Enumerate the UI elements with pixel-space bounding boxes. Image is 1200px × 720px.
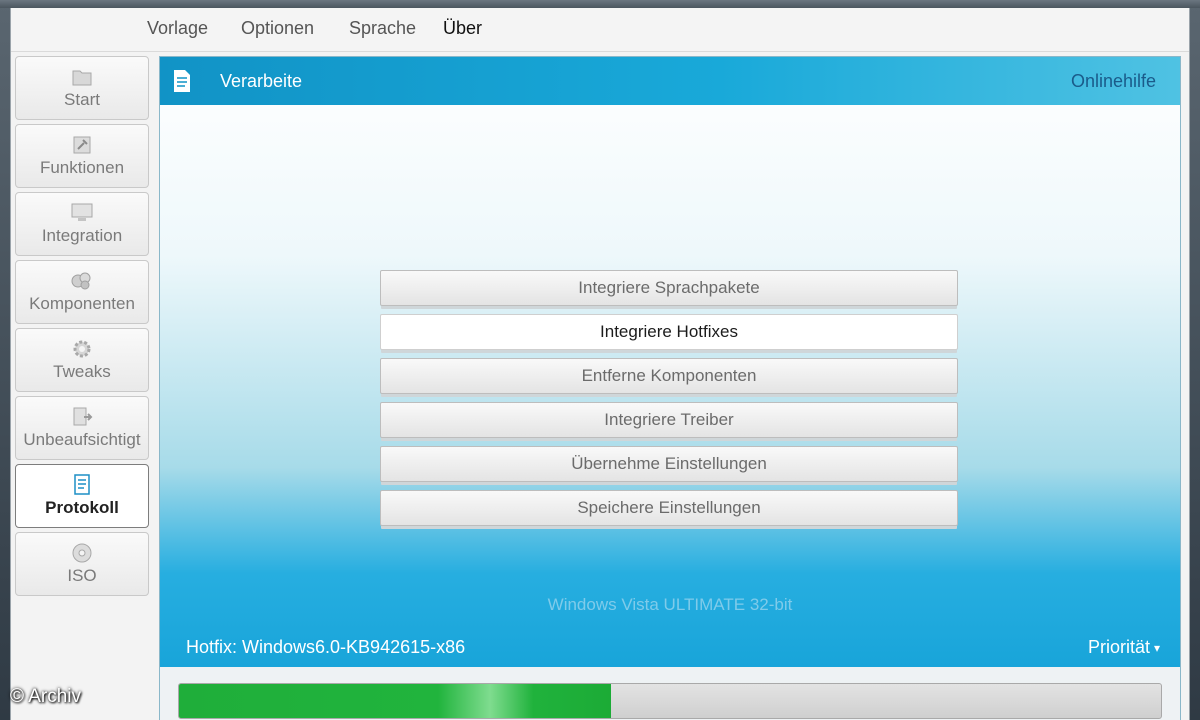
online-help-link[interactable]: Onlinehilfe — [1071, 71, 1156, 92]
disc-icon — [70, 542, 94, 564]
document-arrow-icon — [70, 406, 94, 428]
panel-title: Verarbeite — [220, 71, 303, 91]
sidebar-item-tweaks[interactable]: Tweaks — [15, 328, 149, 392]
copyright-watermark: © Archiv — [10, 686, 82, 707]
current-hotfix-status: Hotfix: Windows6.0-KB942615-x86 — [186, 637, 466, 657]
chevron-down-icon: ▾ — [1153, 641, 1160, 656]
sidebar-item-label: Protokoll — [45, 498, 119, 517]
gear-icon — [70, 338, 94, 360]
panel-header: Verarbeite Onlinehilfe — [160, 57, 1180, 105]
sidebar-item-integration[interactable]: Integration — [15, 192, 149, 256]
sidebar-item-iso[interactable]: ISO — [15, 532, 149, 596]
integrate-hotfixes-button[interactable]: Integriere Hotfixes — [380, 314, 958, 350]
document-icon — [172, 69, 194, 93]
menu-vorlage[interactable]: Vorlage — [143, 18, 212, 39]
menu-sprache[interactable]: Sprache — [345, 18, 420, 39]
sidebar-item-komponenten[interactable]: Komponenten — [15, 260, 149, 324]
menu-ueber[interactable]: Über — [439, 18, 486, 39]
main-panel: Verarbeite Onlinehilfe Integriere Sprach… — [159, 56, 1181, 720]
sidebar-item-label: Tweaks — [53, 362, 111, 381]
monitor-icon — [70, 202, 94, 224]
integrate-drivers-button[interactable]: Integriere Treiber — [380, 402, 958, 438]
sidebar-item-label: ISO — [67, 566, 97, 585]
sidebar-item-label: Integration — [41, 226, 123, 245]
sidebar-item-label: Komponenten — [29, 294, 135, 313]
integrate-language-packs-button[interactable]: Integriere Sprachpakete — [380, 270, 958, 306]
components-icon — [70, 270, 94, 292]
save-settings-button[interactable]: Speichere Einstellungen — [380, 490, 958, 526]
sidebar-item-start[interactable]: Start — [15, 56, 149, 120]
progress-bar — [178, 683, 1162, 719]
sidebar-item-label: Funktionen — [39, 158, 125, 177]
sidebar-item-unbeaufsichtigt[interactable]: Unbeaufsichtigt — [15, 396, 149, 460]
remove-components-button[interactable]: Entferne Komponenten — [380, 358, 958, 394]
tool-icon — [70, 134, 94, 156]
sidebar: Start Funktionen Integration Komponenten — [11, 54, 153, 720]
os-edition-label: Windows Vista ULTIMATE 32-bit — [547, 595, 793, 614]
priority-label: Priorität — [1087, 637, 1150, 657]
menu-bar: Vorlage Optionen Sprache Über — [11, 8, 1189, 52]
application-window: Vorlage Optionen Sprache Über Start Funk… — [0, 0, 1200, 720]
sidebar-item-funktionen[interactable]: Funktionen — [15, 124, 149, 188]
progress-area — [160, 667, 1180, 720]
sidebar-item-label: Start — [64, 90, 100, 109]
priority-dropdown[interactable]: Priorität ▾ — [1088, 637, 1160, 658]
folder-icon — [70, 66, 94, 88]
document-icon — [70, 474, 94, 496]
window-client-area: Vorlage Optionen Sprache Über Start Funk… — [10, 8, 1190, 720]
sidebar-item-label: Unbeaufsichtigt — [23, 430, 141, 449]
sidebar-item-protokoll[interactable]: Protokoll — [15, 464, 149, 528]
title-bar — [0, 0, 1200, 8]
menu-optionen[interactable]: Optionen — [237, 18, 318, 39]
apply-settings-button[interactable]: Übernehme Einstellungen — [380, 446, 958, 482]
progress-bar-fill — [179, 684, 612, 718]
